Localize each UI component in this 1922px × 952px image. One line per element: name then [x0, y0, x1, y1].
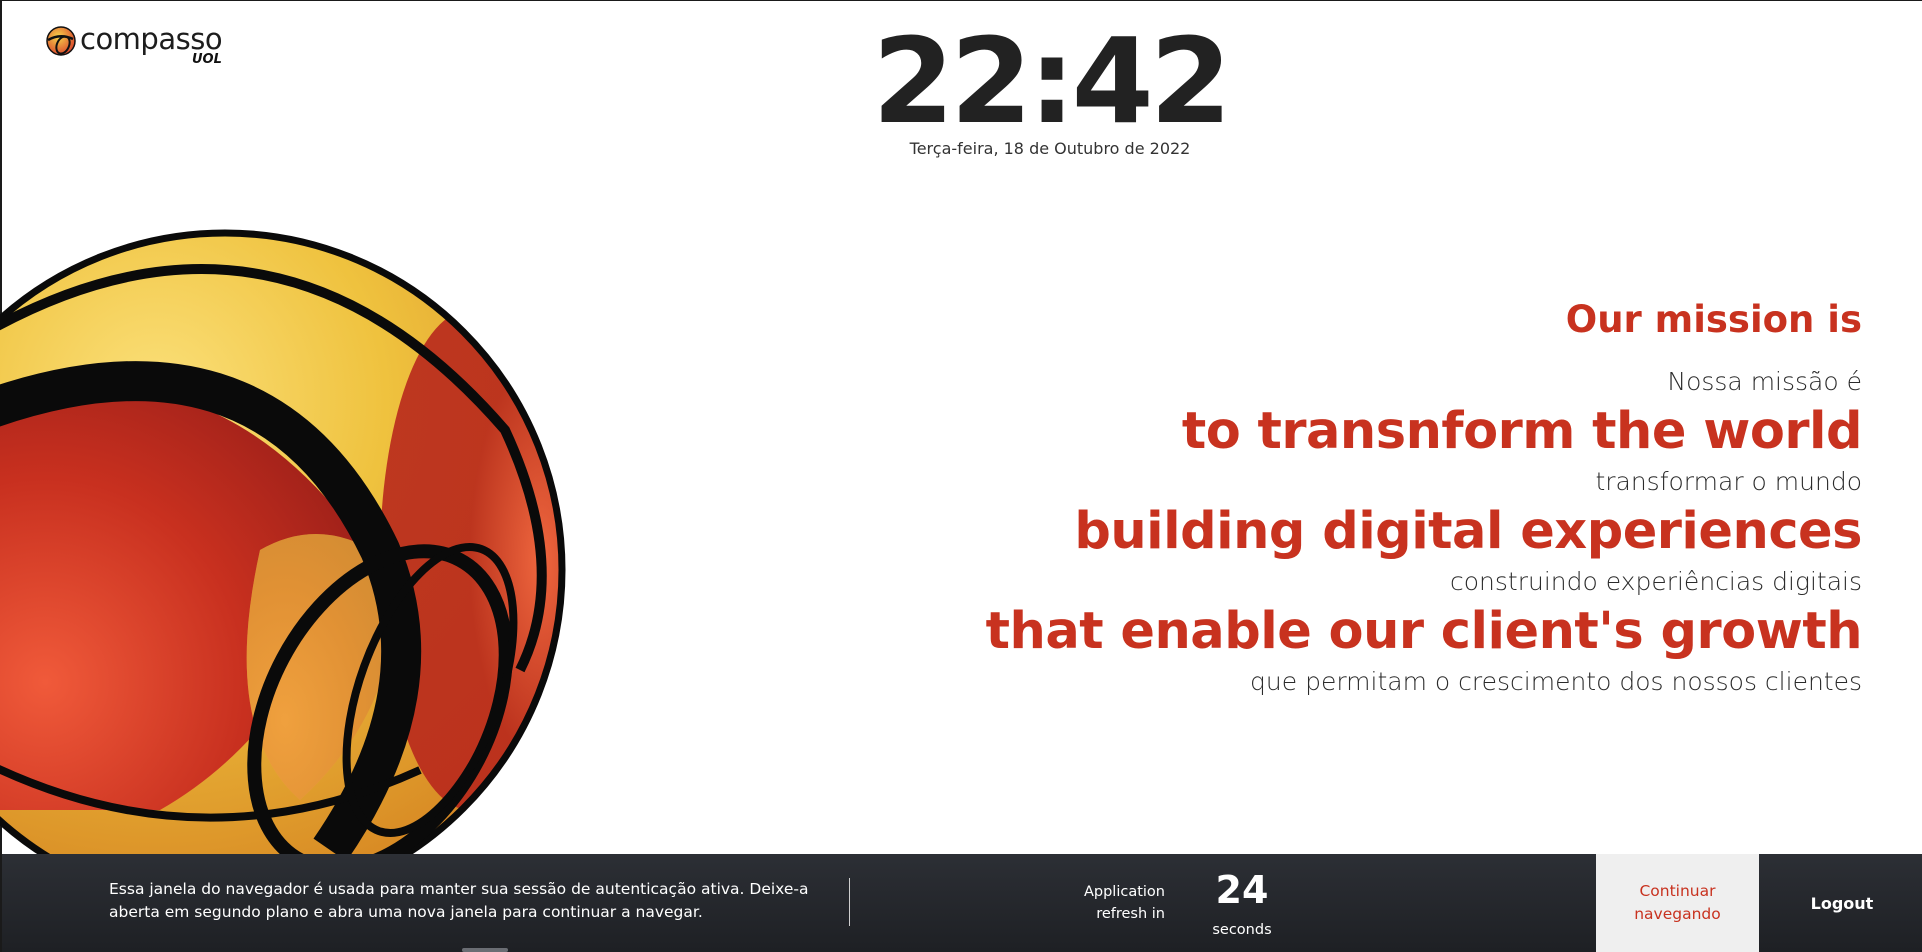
logo-wordmark: compasso	[80, 22, 223, 56]
mission-line-2-translation: construindo experiências digitais	[1449, 567, 1862, 596]
horizontal-scrollbar-thumb[interactable]	[462, 948, 508, 952]
clock-widget: 22:42 Terça-feira, 18 de Outubro de 2022	[850, 22, 1250, 158]
mission-line-1-translation: transformar o mundo	[1595, 467, 1862, 496]
compasso-uol-logo: compasso UOL	[46, 22, 236, 72]
clock-time: 22:42	[872, 12, 1232, 150]
logout-button[interactable]: Logout	[1792, 854, 1892, 952]
continue-label-line-2: navegando	[1634, 905, 1721, 923]
window-top-edge	[0, 0, 1922, 1]
refresh-countdown: 24	[1215, 868, 1269, 912]
mission-line-3-translation: que permitam o crescimento dos nossos cl…	[1250, 667, 1862, 696]
mission-title-translation: Nossa missão é	[1667, 367, 1862, 396]
mission-line-3: that enable our client's growth	[985, 602, 1863, 661]
refresh-label-line-2: refresh in	[1096, 906, 1165, 922]
continue-browsing-button[interactable]: Continuar navegando	[1596, 854, 1759, 952]
session-footer-bar: Essa janela do navegador é usada para ma…	[2, 854, 1922, 952]
clock-date: Terça-feira, 18 de Outubro de 2022	[909, 139, 1191, 158]
mission-line-2: building digital experiences	[1074, 502, 1862, 561]
refresh-label-line-1: Application	[1083, 884, 1165, 900]
mission-title: Our mission is	[1565, 298, 1862, 341]
logo-sub-wordmark: UOL	[192, 52, 222, 67]
footer-divider	[849, 878, 850, 926]
session-info-message: Essa janela do navegador é usada para ma…	[109, 880, 809, 921]
compasso-logo-icon	[46, 26, 76, 56]
mission-line-1: to transnform the world	[1181, 402, 1863, 461]
refresh-countdown-unit: seconds	[1212, 922, 1272, 938]
refresh-label: Application refresh in	[1042, 881, 1165, 925]
mission-statement: Our mission is Nossa missão é to transnf…	[862, 294, 1863, 700]
continue-label-line-1: Continuar	[1639, 882, 1716, 900]
uol-globe-illustration	[0, 229, 566, 860]
